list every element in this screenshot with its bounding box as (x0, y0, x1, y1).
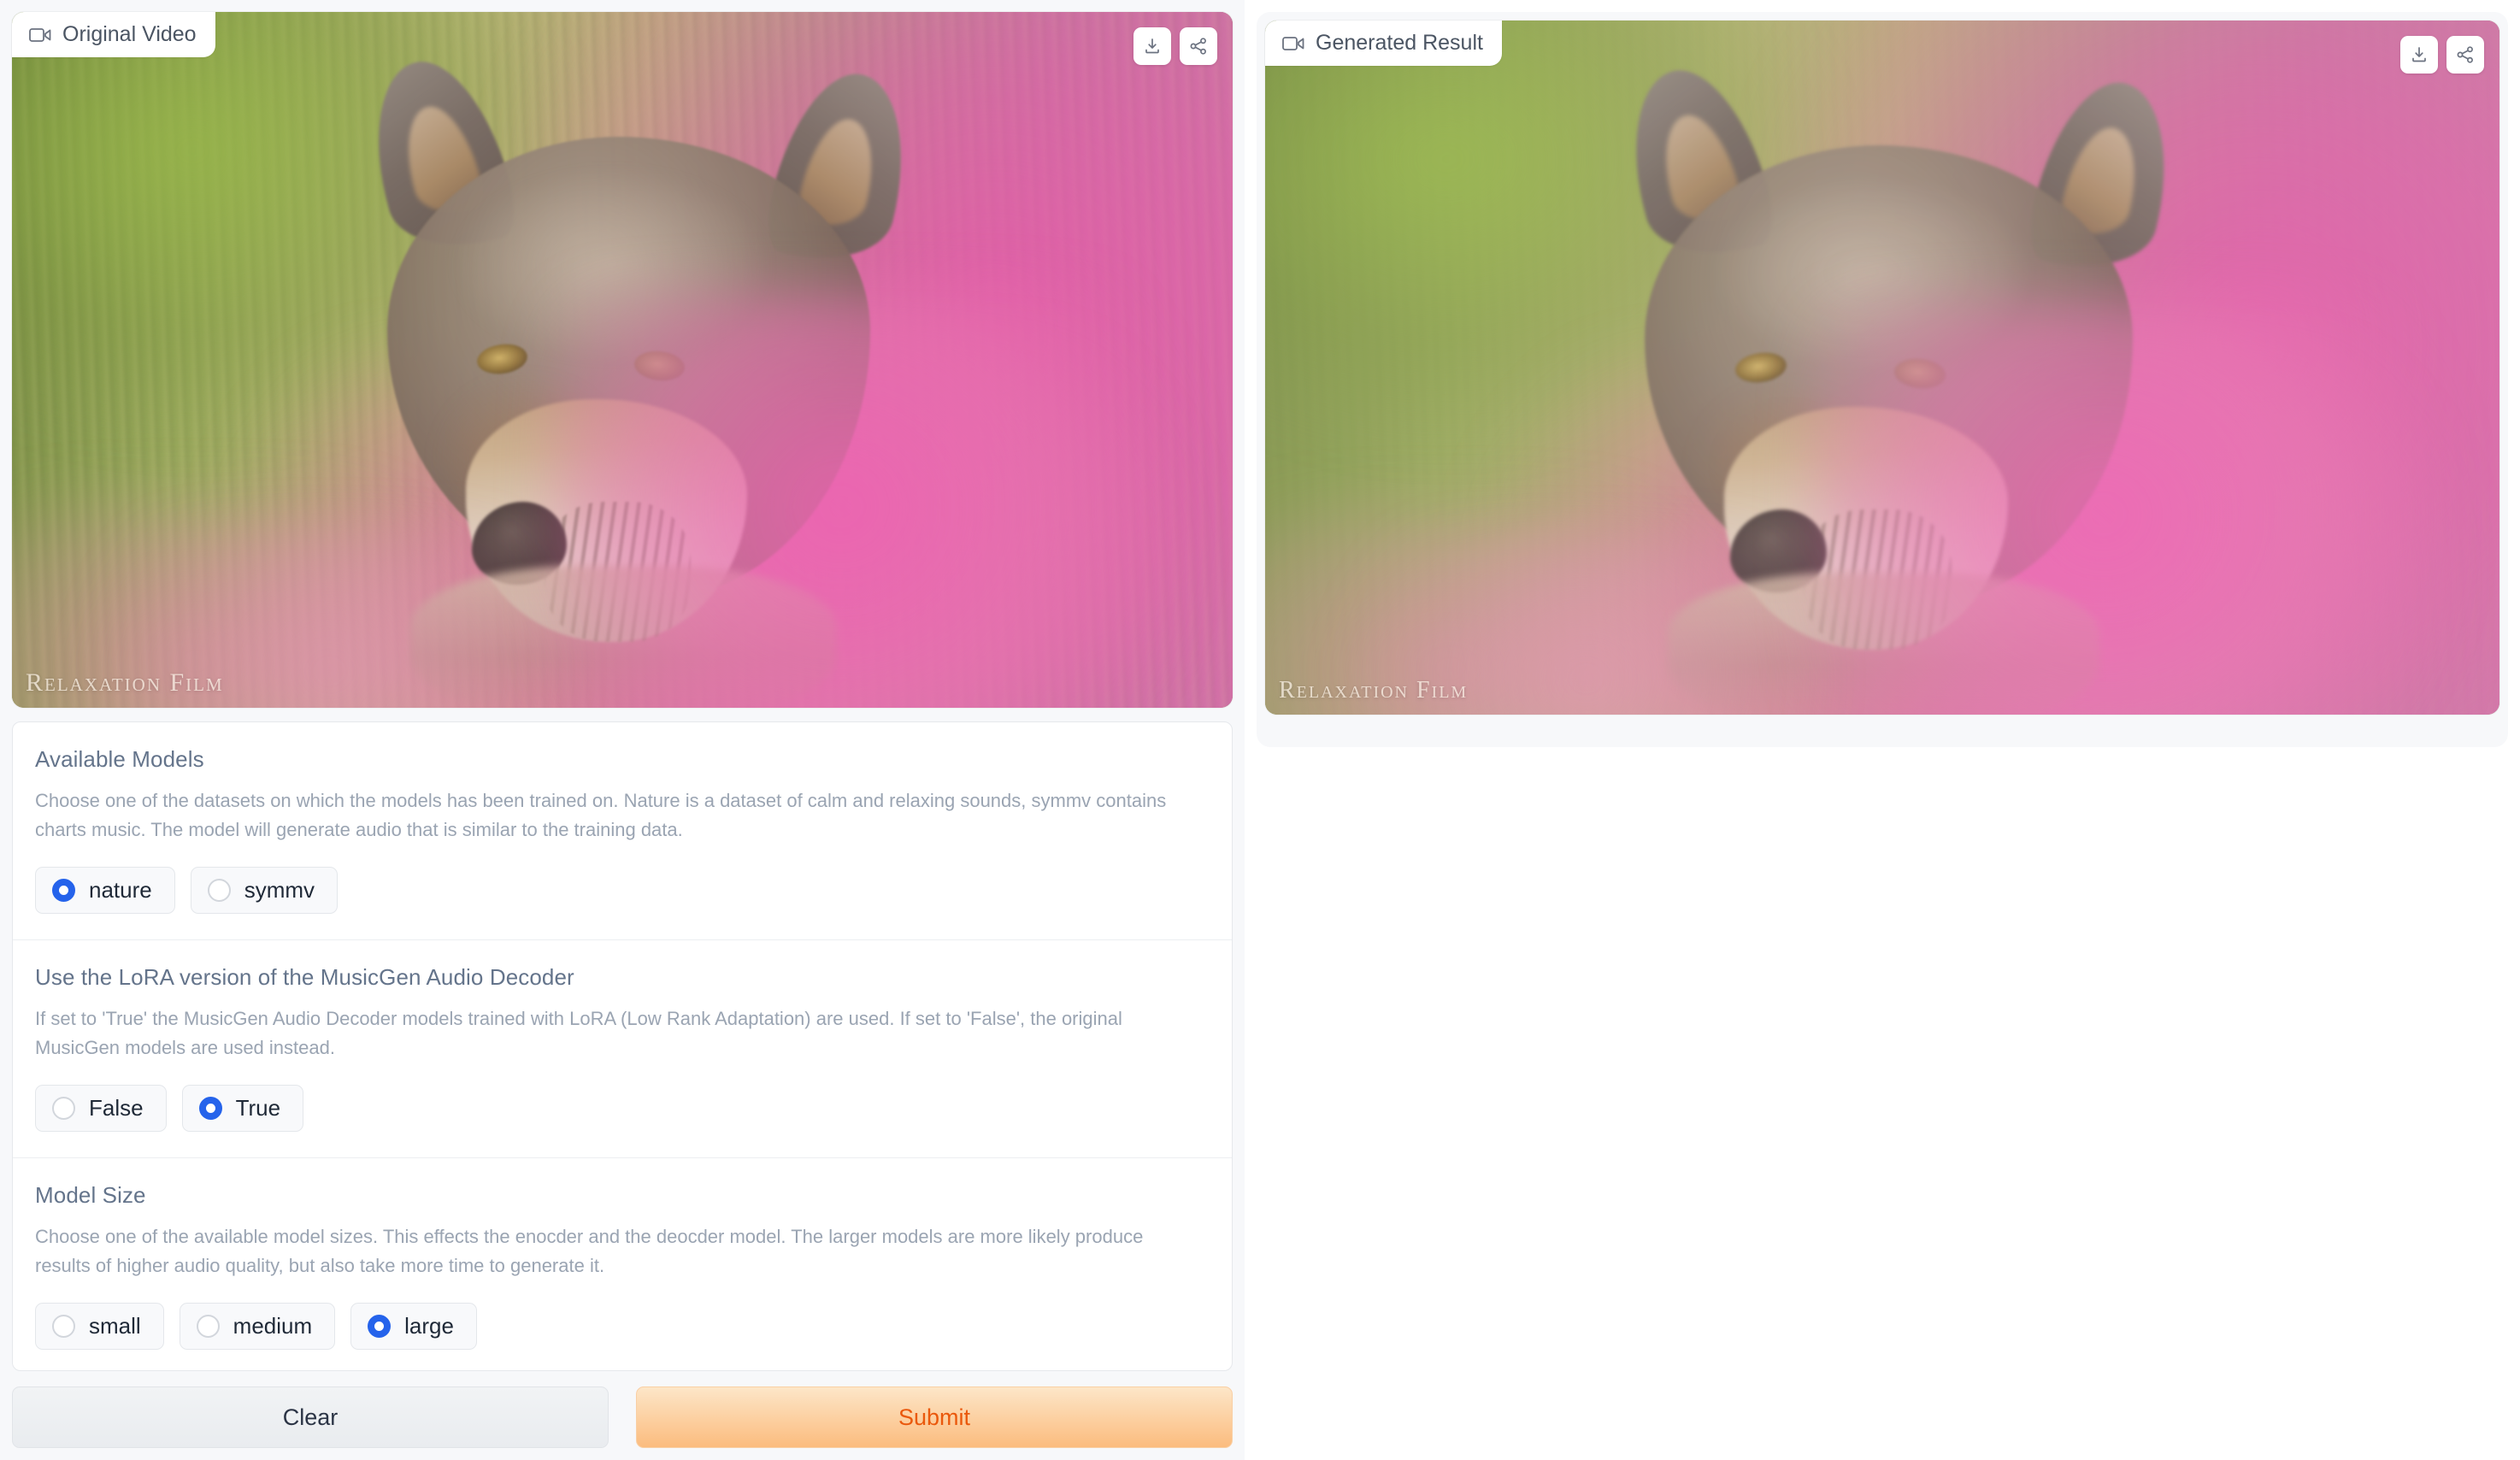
radio-indicator (207, 878, 231, 902)
radio-indicator (198, 1096, 222, 1120)
original-video-frame-image (12, 12, 1233, 708)
original-video-actions (1133, 27, 1217, 65)
radio-indicator (52, 1096, 75, 1120)
lora-decoder-radio-group: False True (35, 1084, 1210, 1132)
lora-decoder-description: If set to 'True' the MusicGen Audio Deco… (35, 1007, 1122, 1058)
available-models-description: Choose one of the datasets on which the … (35, 789, 1167, 840)
right-column: Relaxation Film Generated Result (1245, 0, 2520, 1460)
section-model-size: Model Size Choose one of the available m… (13, 1158, 1232, 1370)
video-camera-icon (29, 26, 51, 44)
radio-option-label: True (235, 1094, 281, 1121)
original-video-surface[interactable]: Relaxation Film (12, 12, 1233, 708)
radio-option-label: small (89, 1313, 141, 1339)
model-size-description: Choose one of the available model sizes.… (35, 1225, 1144, 1276)
radio-option-symmv[interactable]: symmv (190, 866, 339, 914)
model-size-radio-group: small medium large (35, 1303, 1210, 1351)
generated-result-panel[interactable]: Relaxation Film Generated Result (1265, 21, 2499, 715)
submit-button[interactable]: Submit (636, 1386, 1233, 1448)
available-models-radio-group: nature symmv (35, 866, 1210, 914)
model-size-title: Model Size (35, 1181, 146, 1208)
left-column: Relaxation Film Original Video Available… (0, 0, 1245, 1460)
download-button[interactable] (1133, 27, 1171, 65)
radio-option-large[interactable]: large (350, 1303, 477, 1351)
radio-indicator (368, 1315, 392, 1339)
section-lora-decoder: Use the LoRA version of the MusicGen Aud… (13, 940, 1232, 1158)
settings-form-card: Available Models Choose one of the datas… (12, 721, 1233, 1371)
video-camera-icon (1282, 35, 1304, 52)
gradio-app-root: Relaxation Film Original Video Available… (0, 0, 2520, 1460)
share-icon (1189, 37, 1208, 56)
original-video-panel[interactable]: Relaxation Film Original Video (12, 12, 1233, 708)
section-available-models: Available Models Choose one of the datas… (13, 722, 1232, 940)
download-button[interactable] (2400, 36, 2438, 74)
share-button[interactable] (1180, 27, 1217, 65)
radio-option-label: False (89, 1094, 144, 1121)
generated-video-frame-image (1265, 21, 2499, 715)
generated-result-label-chip: Generated Result (1265, 21, 1502, 66)
available-models-title: Available Models (35, 745, 204, 772)
radio-option-label: large (404, 1313, 454, 1339)
radio-indicator (196, 1315, 220, 1339)
radio-option-true[interactable]: True (181, 1084, 304, 1132)
generated-result-actions (2400, 36, 2484, 74)
download-icon (2410, 45, 2429, 64)
radio-option-label: medium (233, 1313, 313, 1339)
wolf-subject (1609, 55, 2189, 715)
radio-option-small[interactable]: small (35, 1303, 164, 1351)
radio-option-false[interactable]: False (35, 1084, 167, 1132)
original-video-label-text: Original Video (62, 22, 197, 46)
generated-result-card: Relaxation Film Generated Result (1257, 12, 2508, 747)
radio-indicator (52, 1315, 75, 1339)
original-video-label-chip: Original Video (12, 12, 215, 57)
share-icon (2456, 45, 2475, 64)
radio-option-nature[interactable]: nature (35, 866, 175, 914)
generated-result-label-text: Generated Result (1316, 31, 1483, 55)
lora-decoder-title: Use the LoRA version of the MusicGen Aud… (35, 963, 574, 990)
clear-button[interactable]: Clear (12, 1386, 609, 1448)
radio-indicator (52, 878, 75, 902)
radio-option-label: symmv (244, 876, 315, 903)
share-button[interactable] (2446, 36, 2484, 74)
generated-video-surface[interactable]: Relaxation Film (1265, 21, 2499, 715)
action-button-row: Clear Submit (12, 1386, 1233, 1460)
radio-option-label: nature (89, 876, 152, 903)
download-icon (1143, 37, 1162, 56)
radio-option-medium[interactable]: medium (179, 1303, 336, 1351)
